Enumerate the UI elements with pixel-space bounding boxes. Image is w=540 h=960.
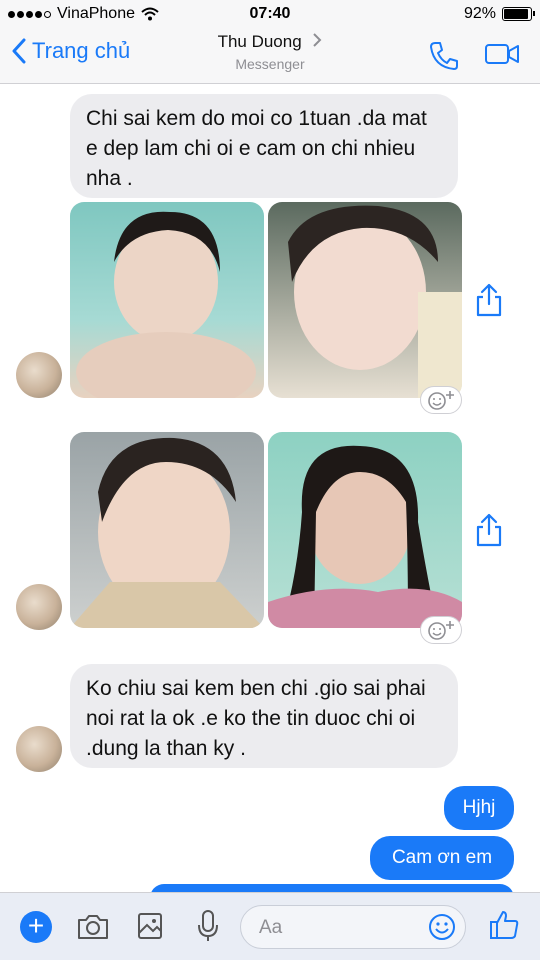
phone-icon[interactable] [428,40,460,72]
message-text: Chi sai kem do moi co 1tuan .da mat e de… [86,107,427,190]
plus-icon: + [27,910,45,941]
message-text: Ko chiu sai kem ben chi .gio sai phai no… [86,677,426,760]
emoji-icon[interactable] [427,912,457,942]
message-input-wrapper[interactable] [240,905,466,949]
battery-info: 92% [463,5,535,23]
incoming-message[interactable]: Ko chiu sai kem ben chi .gio sai phai no… [70,664,458,768]
status-time: 07:40 [249,5,291,22]
gallery-icon[interactable] [136,911,164,941]
outgoing-message[interactable]: Hjhj [444,786,514,830]
message-text: Hjhj [462,797,496,818]
photo-attachment[interactable] [268,432,462,628]
face-photo-image [76,211,256,398]
conversation-header: Trang chủ Thu Duong Messenger [0,28,540,84]
plus-button[interactable]: + [20,911,52,943]
status-bar: VinaPhone 07:40 92% [0,0,540,28]
battery-level [504,9,528,19]
video-icon[interactable] [484,40,520,68]
incoming-message[interactable]: Chi sai kem do moi co 1tuan .da mat e de… [70,94,458,198]
photo-attachment[interactable] [70,432,264,628]
photo-attachment[interactable] [268,202,462,398]
add-reaction-icon [428,391,454,410]
sender-avatar[interactable] [16,726,62,772]
add-reaction-icon [428,621,454,640]
share-icon[interactable] [474,512,504,548]
message-text: Cam ơn em [391,847,493,868]
sender-avatar[interactable] [16,584,62,630]
battery-percent: 92% [463,5,496,22]
camera-icon[interactable] [76,913,110,941]
composer-bar: + [0,892,540,960]
like-icon[interactable] [488,909,520,941]
outgoing-message[interactable]: Cam ơn em [370,836,514,880]
face-photo-image [288,205,462,398]
microphone-icon[interactable] [196,909,220,943]
share-icon[interactable] [474,282,504,318]
face-photo-image [268,445,462,628]
chevron-right-icon [313,33,322,47]
battery-icon [502,7,535,21]
add-reaction-button[interactable] [420,386,462,414]
photo-attachment[interactable] [70,202,264,398]
add-reaction-button[interactable] [420,616,462,644]
face-photo-image [70,437,264,628]
message-input[interactable] [259,914,419,942]
contact-name: Thu Duong [217,32,302,51]
sender-avatar[interactable] [16,352,62,398]
